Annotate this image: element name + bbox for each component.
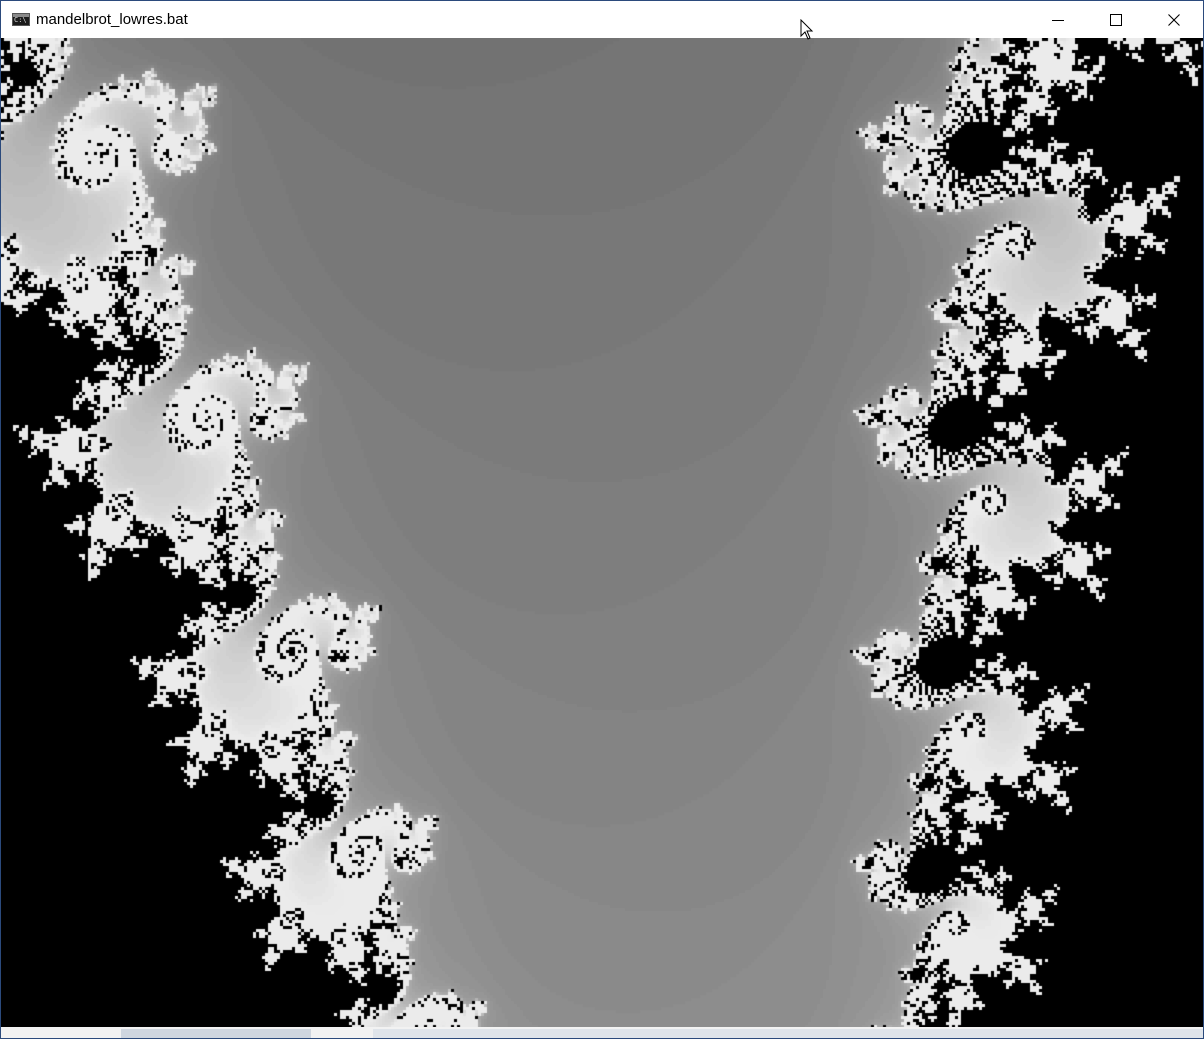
console-output-area[interactable]: [1, 38, 1203, 1028]
maximize-button[interactable]: [1087, 1, 1145, 38]
maximize-icon: [1110, 13, 1122, 26]
console-window: mandelbrot_lowres.bat: [0, 0, 1204, 1039]
caption-buttons: [1029, 1, 1203, 38]
taskbar-strip: [1, 1027, 1203, 1038]
window-title: mandelbrot_lowres.bat: [36, 11, 188, 28]
minimize-icon: [1052, 19, 1064, 21]
close-button[interactable]: [1145, 1, 1203, 38]
title-bar[interactable]: mandelbrot_lowres.bat: [1, 1, 1203, 38]
mandelbrot-render: [1, 38, 1203, 1028]
console-icon: [12, 13, 30, 26]
minimize-button[interactable]: [1029, 1, 1087, 38]
close-icon: [1168, 13, 1180, 26]
